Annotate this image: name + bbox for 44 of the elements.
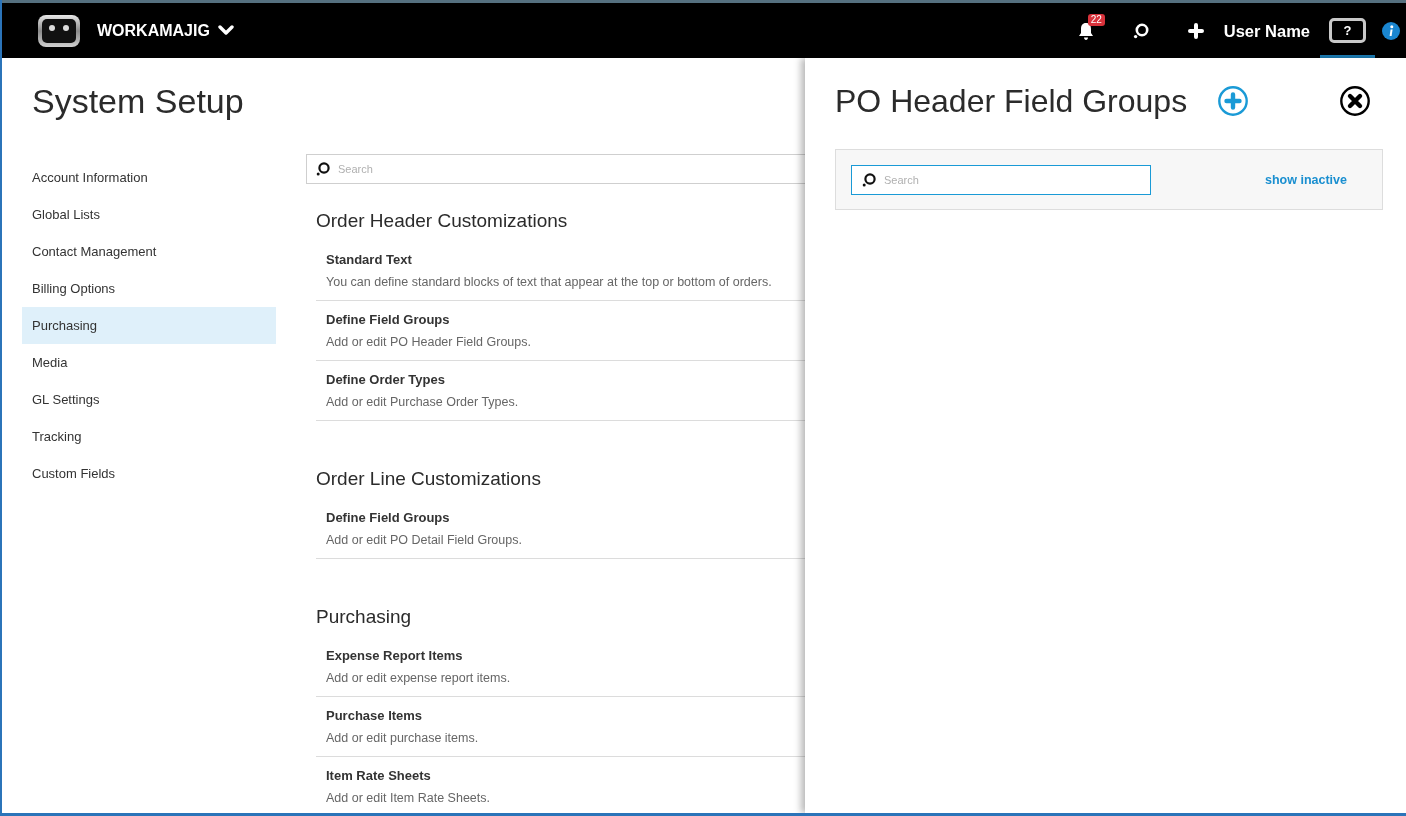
add-icon[interactable] xyxy=(1218,86,1249,116)
search-icon xyxy=(862,172,876,187)
sidebar-item[interactable]: Custom Fields xyxy=(22,455,276,492)
setting-link[interactable]: Purchase Items xyxy=(326,707,423,725)
sidebar-item[interactable]: Purchasing xyxy=(22,307,276,344)
setting-description: Add or edit Item Rate Sheets. xyxy=(326,790,490,807)
page-title: System Setup xyxy=(32,81,244,121)
setting-link[interactable]: Define Field Groups xyxy=(326,509,450,527)
chevron-down-icon[interactable] xyxy=(217,25,234,36)
setting-description: You can define standard blocks of text that appear at the top or bottom of orders. xyxy=(326,274,772,291)
sidebar-item[interactable]: Tracking xyxy=(22,418,276,455)
setting-link[interactable]: Item Rate Sheets xyxy=(326,767,431,785)
close-icon[interactable] xyxy=(1340,86,1370,116)
bell-icon[interactable] xyxy=(1077,21,1094,40)
product-menu[interactable]: WORKAMAJIG xyxy=(97,20,210,41)
plus-icon[interactable] xyxy=(1187,22,1204,39)
setting-description: Add or edit purchase items. xyxy=(326,730,479,747)
sidebar-item[interactable]: Billing Options xyxy=(22,270,276,307)
setting-link[interactable]: Define Order Types xyxy=(326,371,445,389)
section-heading: Order Line Customizations xyxy=(316,467,541,491)
setting-description: Add or edit PO Detail Field Groups. xyxy=(326,532,522,549)
search-icon xyxy=(316,162,330,176)
setting-description: Add or edit Purchase Order Types. xyxy=(326,394,519,411)
setting-description: Add or edit PO Header Field Groups. xyxy=(326,334,531,351)
setting-link[interactable]: Standard Text xyxy=(326,251,412,269)
info-icon[interactable] xyxy=(1382,21,1400,40)
search-field[interactable]: Search xyxy=(851,164,1151,195)
notification-badge: 22 xyxy=(1087,13,1105,26)
sidebar-item[interactable]: Global Lists xyxy=(22,196,276,233)
section-heading: Purchasing xyxy=(316,605,412,629)
search-field[interactable]: Search xyxy=(306,154,805,184)
section-heading: Order Header Customizations xyxy=(316,209,568,233)
setting-link[interactable]: Define Field Groups xyxy=(326,311,450,329)
panel-title: PO Header Field Groups xyxy=(835,82,1188,121)
setting-description: Add or edit expense report items. xyxy=(326,670,511,687)
sidebar-item[interactable]: Contact Management xyxy=(22,233,276,270)
help-button[interactable]: ? xyxy=(1329,18,1366,43)
logo-icon[interactable] xyxy=(38,14,80,47)
sidebar-item[interactable]: Media xyxy=(22,344,276,381)
sidebar-item[interactable]: Account Information xyxy=(22,159,276,196)
search-icon[interactable] xyxy=(1132,22,1149,39)
sidebar-item[interactable]: GL Settings xyxy=(22,381,276,418)
setting-link[interactable]: Expense Report Items xyxy=(326,647,463,665)
user-menu[interactable]: User Name xyxy=(1223,20,1310,41)
